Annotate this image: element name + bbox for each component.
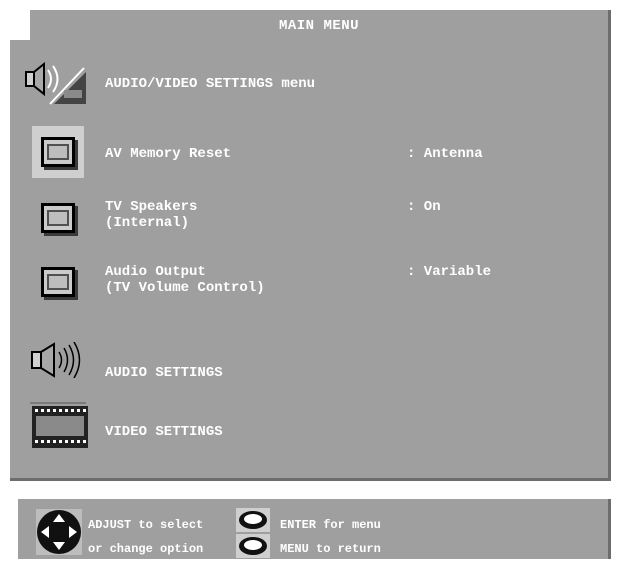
adjust-hint-line2: or change option	[88, 542, 204, 556]
tv-speakers-value: : On	[407, 199, 441, 215]
enter-hint: ENTER for menu	[280, 518, 381, 532]
title-bar: MAIN MENU	[30, 10, 611, 40]
audio-output-button[interactable]	[32, 256, 84, 308]
footer-help-bar: ADJUST to select or change option ENTER …	[18, 499, 611, 559]
square-button-icon	[41, 137, 75, 167]
enter-button-icon	[236, 508, 270, 532]
video-settings-label[interactable]: VIDEO SETTINGS	[105, 424, 223, 440]
square-button-icon	[41, 267, 75, 297]
window-title: MAIN MENU	[278, 18, 360, 34]
adjust-hint-line1: ADJUST to select	[88, 518, 204, 532]
header-label: AUDIO/VIDEO SETTINGS menu	[105, 76, 316, 92]
audio-settings-label[interactable]: AUDIO SETTINGS	[105, 365, 223, 381]
menu-button-icon	[236, 534, 270, 558]
av-memory-reset-value: : Antenna	[407, 146, 483, 162]
speaker-film-icon	[25, 61, 86, 105]
av-memory-reset-button[interactable]	[32, 126, 84, 178]
audio-output-value: : Variable	[407, 264, 492, 280]
menu-hint: MENU to return	[280, 542, 381, 556]
tv-speakers-label: TV Speakers (Internal)	[105, 199, 198, 231]
av-memory-reset-label: AV Memory Reset	[105, 146, 232, 162]
dpad-icon	[36, 509, 82, 555]
tv-speakers-button[interactable]	[32, 192, 84, 244]
square-button-icon	[41, 203, 75, 233]
speaker-icon[interactable]	[30, 342, 92, 378]
audio-output-label: Audio Output (TV Volume Control)	[105, 264, 265, 296]
film-strip-icon[interactable]	[30, 402, 90, 452]
main-panel: AUDIO/VIDEO SETTINGS menu AV Memory Rese…	[10, 40, 611, 481]
